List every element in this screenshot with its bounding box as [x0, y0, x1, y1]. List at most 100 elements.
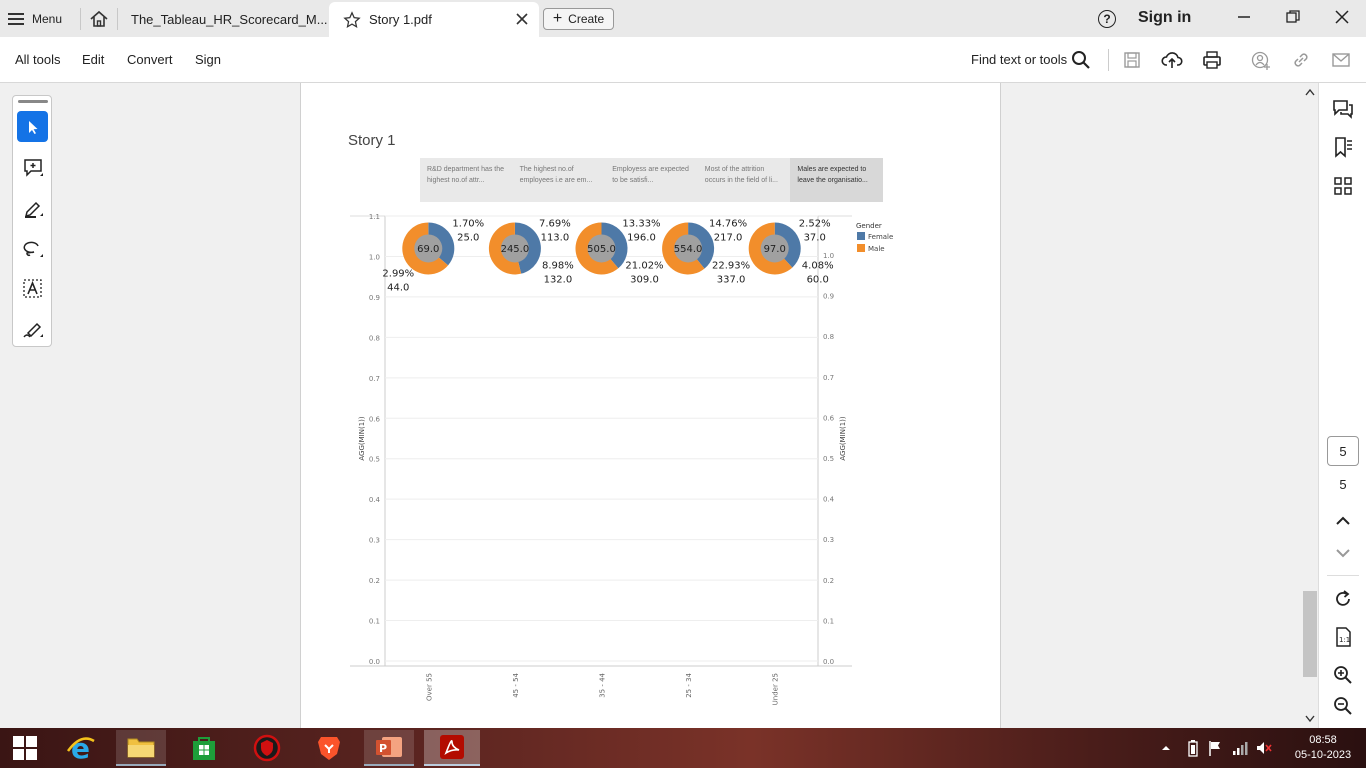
- y-tick-label-left: 0.8: [369, 334, 380, 342]
- male-pct-label: 4.08%: [802, 260, 834, 271]
- scrollbar-thumb[interactable]: [1303, 591, 1317, 677]
- y-tick-label-right: 0.0: [823, 658, 834, 666]
- link-icon[interactable]: [1290, 49, 1312, 71]
- hamburger-icon: [8, 13, 24, 25]
- text-tool[interactable]: [17, 273, 48, 304]
- tab-hr-scorecard[interactable]: The_Tableau_HR_Scorecard_M...: [117, 2, 329, 37]
- create-button[interactable]: + Create: [543, 8, 614, 30]
- sign-tool[interactable]: [17, 313, 48, 344]
- y-tick-label-left: 0.5: [369, 456, 380, 464]
- lasso-icon: [23, 241, 43, 257]
- y-tick-label-left: 0.3: [369, 537, 380, 545]
- current-page-field[interactable]: 5: [1327, 436, 1359, 466]
- help-icon[interactable]: ?: [1098, 10, 1116, 28]
- menu-edit[interactable]: Edit: [82, 52, 104, 67]
- x-tick-label: Under 25: [772, 673, 780, 705]
- acrobat-button[interactable]: [424, 730, 480, 766]
- email-icon[interactable]: [1330, 49, 1352, 71]
- actual-size-icon[interactable]: 1:1: [1331, 625, 1355, 649]
- share-user-icon[interactable]: [1250, 49, 1272, 71]
- powerpoint-icon: P: [376, 737, 402, 757]
- y-tick-label-right: 0.7: [823, 374, 834, 382]
- internet-explorer-button[interactable]: e: [58, 730, 104, 766]
- story-point[interactable]: The highest no.of employees i.e are em..…: [513, 158, 606, 202]
- bookmark-icon[interactable]: [1331, 135, 1355, 159]
- story-point-selected[interactable]: Males are expected to leave the organisa…: [790, 158, 883, 202]
- menu-button[interactable]: Menu: [8, 8, 62, 30]
- create-label: Create: [568, 12, 605, 26]
- action-center-flag-icon[interactable]: [1207, 739, 1223, 757]
- search-icon[interactable]: [1070, 49, 1092, 71]
- highlight-tool[interactable]: [17, 192, 48, 223]
- menu-convert[interactable]: Convert: [127, 52, 173, 67]
- female-pct-label: 2.52%: [799, 218, 831, 229]
- vertical-scrollbar[interactable]: [1302, 83, 1318, 728]
- comment-plus-icon: [23, 158, 43, 177]
- pie-total-label: 554.0: [674, 244, 703, 255]
- cursor-icon: [28, 120, 37, 134]
- menu-all-tools[interactable]: All tools: [15, 52, 61, 67]
- home-icon[interactable]: [88, 8, 110, 30]
- drag-handle[interactable]: [18, 100, 48, 103]
- y-axis-title-right: AGG(MIN(1)): [839, 416, 847, 461]
- brave-browser-button[interactable]: [306, 730, 352, 766]
- show-hidden-icons-icon[interactable]: [1160, 742, 1172, 754]
- story-point[interactable]: R&D department has the highest no.of att…: [420, 158, 513, 202]
- male-value-label: 132.0: [544, 274, 573, 285]
- clock[interactable]: 08:58 05-10-2023: [1288, 733, 1358, 763]
- scroll-down-icon[interactable]: [1305, 715, 1315, 723]
- story-point[interactable]: Most of the attrition occurs in the fiel…: [698, 158, 791, 202]
- save-icon[interactable]: [1121, 49, 1143, 71]
- pen-icon: [24, 201, 43, 218]
- title-bar: Menu The_Tableau_HR_Scorecard_M... Story…: [0, 0, 1366, 37]
- upload-cloud-icon[interactable]: [1161, 49, 1183, 71]
- store-button[interactable]: [181, 730, 227, 766]
- restore-icon[interactable]: [1280, 6, 1306, 28]
- y-tick-label-left: 0.0: [369, 658, 380, 666]
- security-app-button[interactable]: [244, 730, 290, 766]
- battery-icon[interactable]: [1186, 739, 1200, 757]
- y-axis-title-left: AGG(MIN(1)): [358, 416, 366, 461]
- minimize-icon[interactable]: [1231, 6, 1257, 28]
- folder-icon: [127, 738, 155, 758]
- comments-icon[interactable]: [1331, 97, 1355, 121]
- next-page-icon[interactable]: [1331, 541, 1355, 565]
- y-tick-label-right: 0.9: [823, 293, 834, 301]
- legend-label: Male: [868, 245, 885, 253]
- story-point[interactable]: Employess are expected to be satisfi...: [605, 158, 698, 202]
- tab-story-pdf[interactable]: Story 1.pdf: [329, 2, 539, 37]
- pie-total-label: 245.0: [501, 244, 530, 255]
- x-tick-label: 35 - 44: [599, 672, 607, 697]
- x-tick-label: 25 - 34: [685, 672, 693, 697]
- y-tick-label-right: 1.0: [823, 252, 834, 260]
- find-text-or-tools[interactable]: Find text or tools: [971, 52, 1067, 67]
- pie-total-label: 97.0: [764, 244, 786, 255]
- female-pct-label: 13.33%: [622, 218, 660, 229]
- volume-muted-icon[interactable]: [1255, 739, 1273, 757]
- close-window-icon[interactable]: [1329, 6, 1355, 28]
- close-tab-icon[interactable]: [515, 12, 529, 26]
- legend-title: Gender: [856, 222, 882, 230]
- select-tool[interactable]: [17, 111, 48, 142]
- sign-in-button[interactable]: Sign in: [1138, 9, 1191, 27]
- file-explorer-button[interactable]: [116, 730, 166, 766]
- y-tick-label-right: 0.2: [823, 577, 834, 585]
- zoom-in-icon[interactable]: [1331, 663, 1355, 687]
- thumbnails-icon[interactable]: [1331, 174, 1355, 198]
- zoom-out-icon[interactable]: [1331, 694, 1355, 718]
- tab-label: Story 1.pdf: [369, 12, 432, 27]
- menu-sign[interactable]: Sign: [195, 52, 221, 67]
- draw-tool[interactable]: [17, 233, 48, 264]
- powerpoint-button[interactable]: P: [364, 730, 414, 766]
- previous-page-icon[interactable]: [1331, 509, 1355, 533]
- scroll-up-icon[interactable]: [1305, 88, 1315, 96]
- y-tick-label-right: 0.3: [823, 536, 834, 544]
- start-button[interactable]: [2, 730, 48, 766]
- rotate-icon[interactable]: [1331, 587, 1355, 611]
- y-tick-label-left: 0.9: [369, 294, 380, 302]
- network-icon[interactable]: [1231, 739, 1249, 757]
- internet-explorer-icon: e: [66, 733, 95, 763]
- add-comment-tool[interactable]: [17, 152, 48, 183]
- star-icon[interactable]: [343, 10, 361, 29]
- print-icon[interactable]: [1201, 49, 1223, 71]
